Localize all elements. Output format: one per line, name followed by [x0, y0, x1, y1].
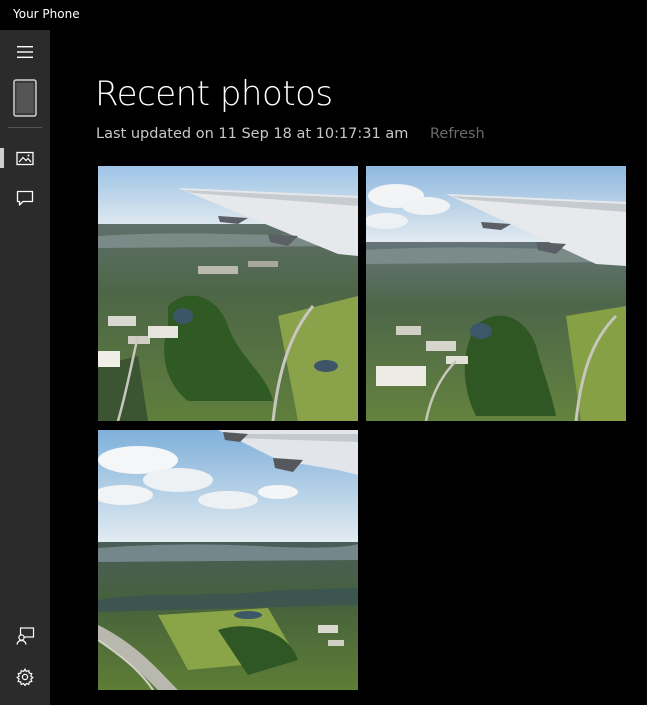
status-row: Last updated on 11 Sep 18 at 10:17:31 am…: [96, 126, 485, 142]
title-bar[interactable]: Your Phone: [0, 0, 647, 30]
feedback-button[interactable]: [0, 616, 50, 656]
message-icon: [16, 190, 34, 207]
feedback-icon: [15, 627, 35, 645]
photos-icon: [16, 151, 34, 166]
phone-icon: [13, 79, 37, 117]
hamburger-menu-icon: [16, 45, 34, 59]
photo-thumbnail-1[interactable]: [98, 166, 358, 421]
main-content: Recent photos Last updated on 11 Sep 18 …: [50, 30, 647, 705]
sidebar-divider: [8, 127, 42, 128]
refresh-link[interactable]: Refresh: [430, 126, 485, 142]
sidebar-item-photos[interactable]: [0, 138, 50, 178]
settings-button[interactable]: [0, 657, 50, 697]
menu-button[interactable]: [0, 32, 50, 72]
window-title: Your Phone: [13, 7, 80, 21]
last-updated-text: Last updated on 11 Sep 18 at 10:17:31 am: [96, 126, 409, 142]
photo-thumbnail-2[interactable]: [366, 166, 626, 421]
app-window: Your Phone Recent photos Last updated on…: [0, 0, 647, 705]
sidebar-item-messages[interactable]: [0, 178, 50, 218]
page-title: Recent photos: [95, 74, 333, 114]
sidebar: [0, 30, 50, 705]
photo-thumbnail-3[interactable]: [98, 430, 358, 690]
phone-button[interactable]: [0, 78, 50, 118]
gear-icon: [16, 668, 34, 686]
